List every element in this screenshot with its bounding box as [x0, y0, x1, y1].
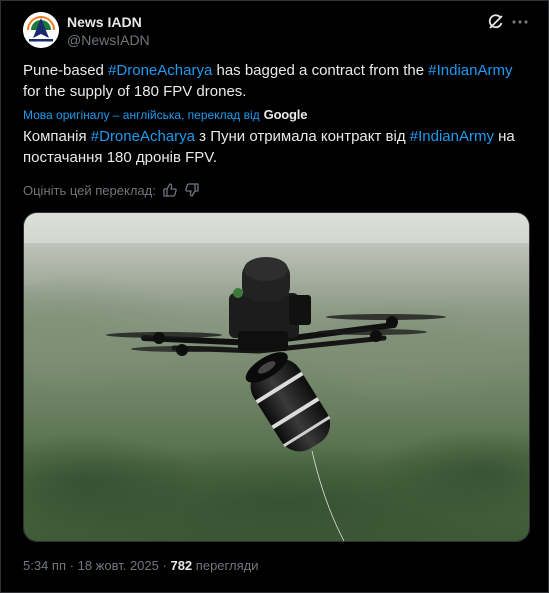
meta-separator: · [69, 558, 74, 573]
tweet-text-part: has bagged a contract from the [212, 62, 429, 79]
hashtag-link[interactable]: #IndianArmy [428, 62, 512, 79]
tweet-time[interactable]: 5:34 пп [23, 558, 66, 573]
tweet-text-part: Pune-based [23, 62, 109, 79]
thumb-down-icon[interactable] [184, 182, 200, 198]
hashtag-link[interactable]: #DroneAcharya [91, 128, 195, 145]
thumb-up-icon[interactable] [162, 182, 178, 198]
avatar[interactable] [23, 12, 59, 48]
translated-text-part: Компанія [23, 128, 91, 145]
google-logo: Google [263, 107, 308, 122]
translation-note-text: Мова оригіналу – англійська, переклад ві… [23, 107, 260, 122]
translation-note[interactable]: Мова оригіналу – англійська, переклад ві… [23, 107, 307, 122]
hashtag-link[interactable]: #DroneAcharya [108, 62, 212, 79]
meta-separator: · [162, 558, 167, 573]
tweet-text: Pune-based #DroneAcharya has bagged a co… [23, 60, 523, 102]
hashtag-link[interactable]: #IndianArmy [410, 128, 494, 145]
rate-translation-row: Оцініть цей переклад: [23, 182, 200, 198]
tweet-meta: 5:34 пп · 18 жовт. 2025 · 782 перегляди [23, 558, 258, 573]
tweet-text-part: for the supply of 180 FPV drones. [23, 83, 247, 100]
author-name[interactable]: News IADN [67, 14, 142, 30]
views-label: перегляди [195, 558, 259, 573]
rate-translation-label: Оцініть цей переклад: [23, 182, 156, 198]
grok-icon[interactable] [485, 11, 507, 33]
more-dots-icon[interactable] [509, 11, 531, 33]
tweet-card: News IADN @NewsIADN Pune-based #DroneAch… [0, 0, 549, 593]
translated-text-part: з Пуни отримала контракт від [195, 128, 410, 145]
views-count: 782 [170, 558, 193, 573]
avatar-logo-icon [23, 12, 59, 48]
tweet-date[interactable]: 18 жовт. 2025 [78, 558, 159, 573]
drone-photo [24, 213, 529, 541]
translated-text: Компанія #DroneAcharya з Пуни отримала к… [23, 126, 533, 168]
media-image[interactable] [23, 212, 530, 542]
author-handle[interactable]: @NewsIADN [67, 32, 150, 48]
